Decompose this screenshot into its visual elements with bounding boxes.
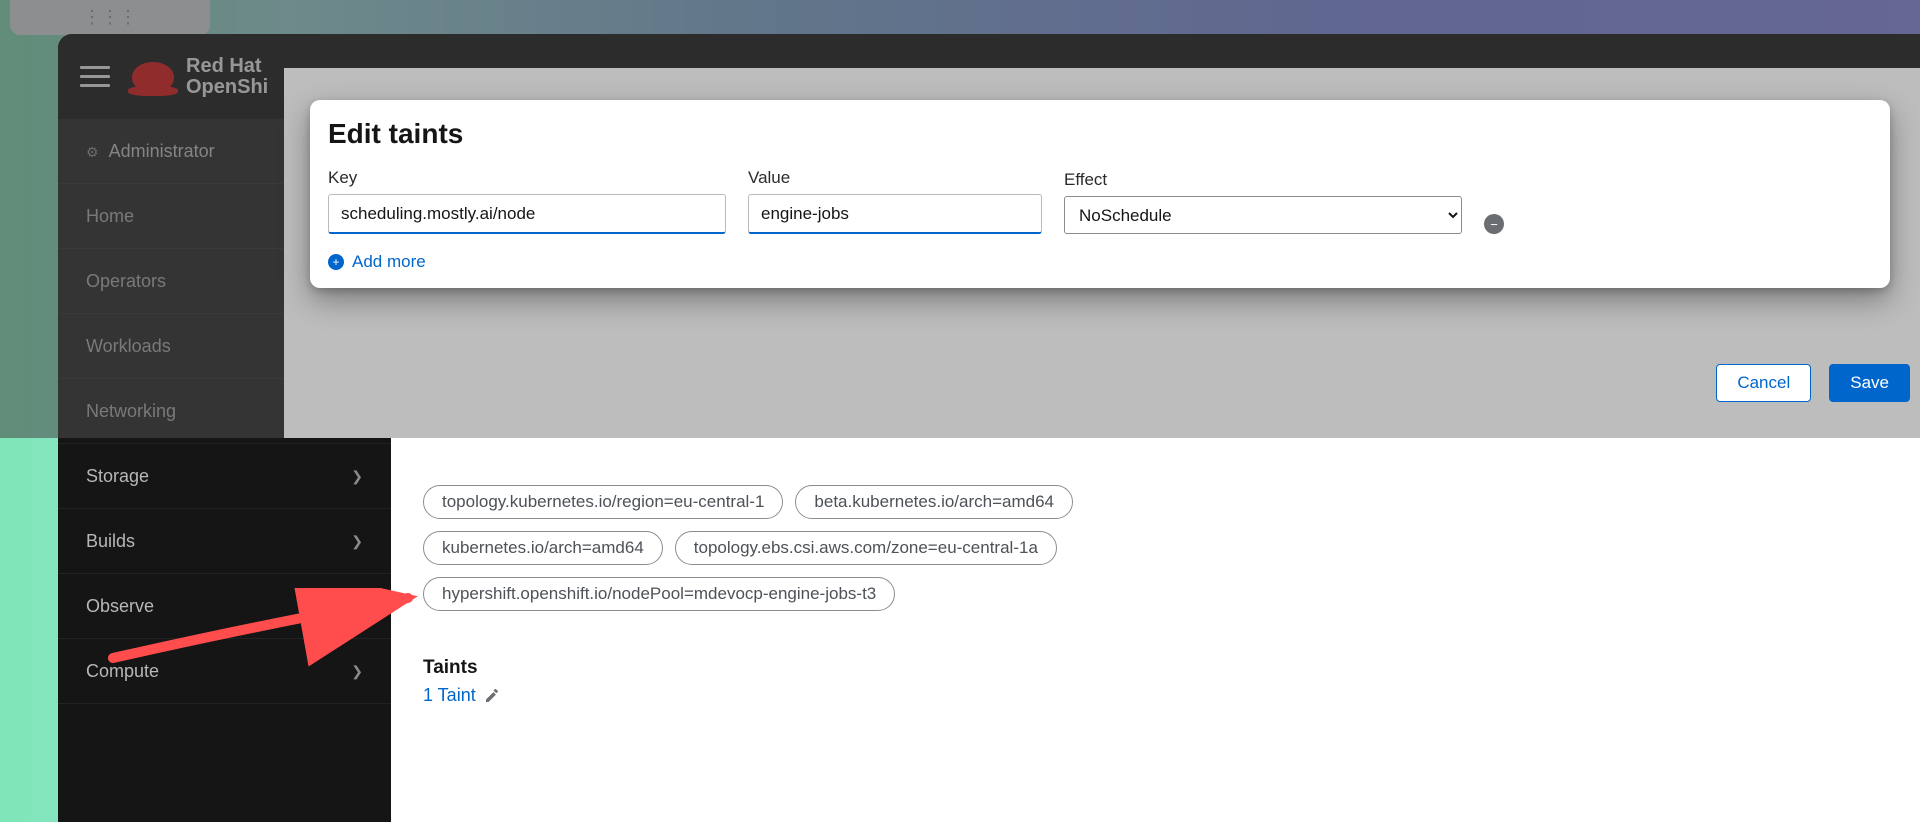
sidebar-item-label: Storage bbox=[86, 466, 149, 487]
label-pill[interactable]: topology.ebs.csi.aws.com/zone=eu-central… bbox=[675, 531, 1057, 565]
taints-heading: Taints bbox=[423, 657, 1888, 679]
sidebar-item-label: Builds bbox=[86, 531, 135, 552]
taints-count-text: 1 Taint bbox=[423, 685, 476, 706]
label-pill[interactable]: beta.kubernetes.io/arch=amd64 bbox=[795, 485, 1073, 519]
effect-field-group: Effect NoSchedulePreferNoScheduleNoExecu… bbox=[1064, 170, 1462, 234]
taint-value-input[interactable] bbox=[748, 194, 1042, 234]
save-button[interactable]: Save bbox=[1829, 364, 1910, 402]
value-label: Value bbox=[748, 168, 1042, 188]
label-pill[interactable]: hypershift.openshift.io/nodePool=mdevocp… bbox=[423, 577, 895, 611]
key-field-group: Key bbox=[328, 168, 726, 234]
taints-edit-link[interactable]: 1 Taint bbox=[423, 685, 1888, 706]
taint-effect-select[interactable]: NoSchedulePreferNoScheduleNoExecute bbox=[1064, 196, 1462, 234]
chevron-right-icon: ❯ bbox=[351, 533, 363, 550]
modal-actions: Cancel Save bbox=[310, 364, 1910, 402]
cancel-button[interactable]: Cancel bbox=[1716, 364, 1811, 402]
remove-taint-button[interactable]: − bbox=[1484, 214, 1504, 234]
plus-circle-icon: + bbox=[328, 254, 344, 270]
chevron-right-icon: ❯ bbox=[351, 598, 363, 615]
sidebar-item-compute[interactable]: Compute ❯ bbox=[58, 639, 391, 704]
modal-title: Edit taints bbox=[320, 118, 1880, 150]
label-pill[interactable]: kubernetes.io/arch=amd64 bbox=[423, 531, 663, 565]
sidebar-item-builds[interactable]: Builds ❯ bbox=[58, 509, 391, 574]
chevron-right-icon: ❯ bbox=[351, 663, 363, 680]
edit-taints-modal: Edit taints Key Value Effect NoScheduleP… bbox=[310, 100, 1890, 288]
label-pill[interactable]: topology.kubernetes.io/region=eu-central… bbox=[423, 485, 783, 519]
taint-row: Key Value Effect NoSchedulePreferNoSched… bbox=[320, 168, 1880, 234]
sidebar-item-label: Observe bbox=[86, 596, 154, 617]
value-field-group: Value bbox=[748, 168, 1042, 234]
minus-icon: − bbox=[1490, 217, 1498, 232]
key-label: Key bbox=[328, 168, 726, 188]
effect-label: Effect bbox=[1064, 170, 1462, 190]
sidebar-item-observe[interactable]: Observe ❯ bbox=[58, 574, 391, 639]
label-pills-row: kubernetes.io/arch=amd64 topology.ebs.cs… bbox=[423, 531, 1888, 565]
chevron-right-icon: ❯ bbox=[351, 468, 363, 485]
sidebar-item-label: Compute bbox=[86, 661, 159, 682]
sidebar-item-storage[interactable]: Storage ❯ bbox=[58, 444, 391, 509]
pencil-icon bbox=[484, 688, 500, 704]
add-more-link[interactable]: + Add more bbox=[320, 234, 1880, 288]
add-more-label: Add more bbox=[352, 252, 426, 272]
label-pills-row: hypershift.openshift.io/nodePool=mdevocp… bbox=[423, 577, 1888, 611]
taint-key-input[interactable] bbox=[328, 194, 726, 234]
label-pills-row: topology.kubernetes.io/region=eu-central… bbox=[423, 485, 1888, 519]
